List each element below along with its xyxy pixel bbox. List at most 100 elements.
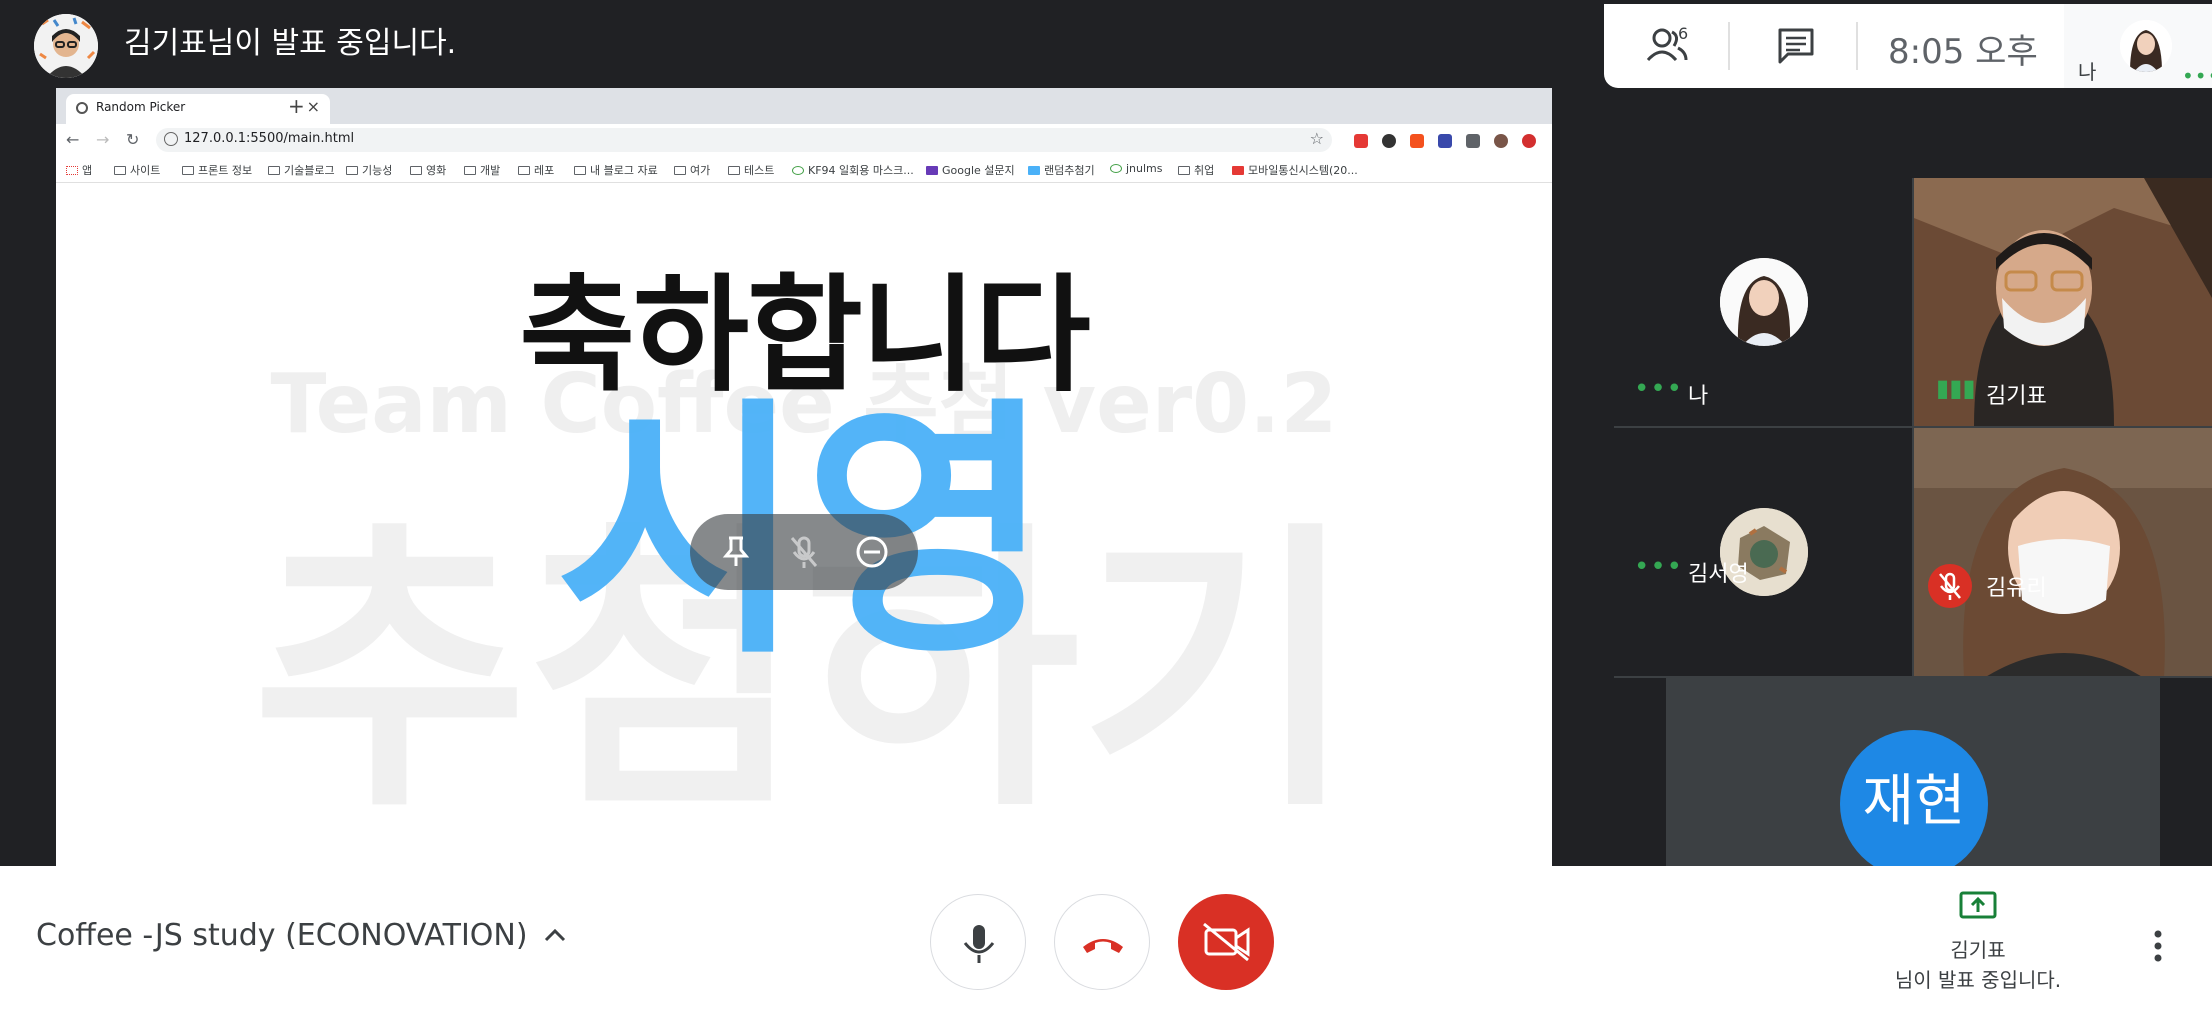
folder-icon [1178,166,1190,175]
mic-off-icon[interactable] [784,532,824,572]
people-count-badge: 6 [1678,24,1689,43]
tab-close-button[interactable]: × [307,97,320,116]
extension-icon[interactable] [1410,134,1424,148]
folder-icon [268,166,280,175]
folder-icon [114,166,126,175]
folder-icon [346,166,358,175]
participant-video-tile[interactable]: 김유리 [1914,428,2212,676]
bookmark-label: 레포 [534,164,555,177]
bookmark-label: Google 설문지 [942,164,1015,177]
forward-icon[interactable]: → [96,130,109,149]
participants-grid: ••• 나 ▮▮▮ 김기표 ••• 김서영 김유리 [1614,178,2212,678]
update-icon[interactable] [1522,134,1536,148]
clock: 8:05 오후 [1888,32,2038,72]
audio-dots-icon: ••• [1634,552,1684,582]
site-icon [1028,166,1040,175]
folder-icon [574,166,586,175]
chat-icon[interactable] [1774,26,1818,66]
hang-up-icon [1083,939,1123,953]
participant-name: 나 [1688,384,1709,409]
leave-call-button[interactable] [1054,894,1150,990]
bookmark-item[interactable]: 모바일통신시스템(20... [1232,162,1358,178]
info-icon[interactable] [164,132,178,146]
back-icon[interactable]: ← [66,130,79,149]
bookmark-label: 개발 [480,164,501,177]
bookmark-label: 모바일통신시스템(20... [1248,164,1358,177]
bookmark-item[interactable]: 영화 [410,162,446,178]
url-field[interactable]: 127.0.0.1:5500/main.html ☆ [156,128,1332,152]
globe-icon [76,102,88,114]
bookmark-item[interactable]: 레포 [518,162,554,178]
extension-icon[interactable] [1438,134,1452,148]
avatar-initials: 재현 [1840,730,1988,868]
github-icon[interactable] [1382,134,1396,148]
bookmark-label: 랜덤추첨기 [1044,164,1095,177]
browser-tab-bar: Random Picker × + [56,88,1552,124]
participant-video [1914,428,2212,676]
divider [1856,22,1858,70]
participant-tile[interactable]: 재현 [1666,678,2160,868]
folder-icon [182,166,194,175]
self-avatar [2120,20,2172,72]
self-preview[interactable]: 나 ••• [2064,4,2212,88]
divider [1728,22,1730,70]
bookmark-item[interactable]: 개발 [464,162,500,178]
speaking-indicator-icon: ▮▮▮ [1936,374,1976,402]
pin-icon[interactable] [716,532,756,572]
bookmark-item[interactable]: 내 블로그 자료 [574,162,658,178]
bookmark-item[interactable]: Google 설문지 [926,162,1015,178]
bookmark-label: 여가 [690,164,711,177]
bookmark-item[interactable]: KF94 일회용 마스크... [792,162,914,178]
bookmark-item[interactable]: jnulms [1110,162,1163,175]
bookmark-label: 테스트 [744,164,775,177]
site-icon [1110,164,1122,173]
avatar [1720,258,1808,346]
bookmark-item[interactable]: 프론트 정보 [182,162,252,178]
participant-name: 김서영 [1688,562,1749,587]
participant-tile[interactable]: ••• 김서영 [1614,428,1912,676]
chevron-up-icon[interactable] [540,920,570,950]
meeting-title[interactable]: Coffee -JS study (ECONOVATION) [36,918,528,953]
bookmark-label: 취업 [1194,164,1215,177]
shared-screen: Random Picker × + ← → ↻ 127.0.0.1:5500/m… [56,88,1552,866]
more-options-icon[interactable] [2148,926,2168,966]
bookmark-item[interactable]: 테스트 [728,162,774,178]
youtube-icon [1232,166,1244,175]
bookmark-label: 앱 [82,164,93,177]
congrats-heading: 축하합니다 [519,262,1091,409]
bookmark-item[interactable]: 랜덤추첨기 [1028,162,1095,178]
audio-dots-icon: ••• [2182,64,2212,88]
bookmarks-bar: 앱 사이트 프론트 정보 기술블로그 기능성 영화 개발 레포 내 블로그 자료… [56,156,1552,183]
bookmark-item[interactable]: 기술블로그 [268,162,335,178]
participant-video-tile[interactable]: ▮▮▮ 김기표 [1914,178,2212,426]
bookmark-item[interactable]: 앱 [66,162,92,178]
bookmark-label: 프론트 정보 [198,164,253,177]
star-icon[interactable]: ☆ [1310,129,1324,148]
reload-icon[interactable]: ↻ [126,130,139,149]
camera-toggle-button[interactable] [1178,894,1274,990]
microphone-button[interactable] [930,894,1026,990]
present-screen-icon[interactable] [1958,890,1998,924]
bookmark-item[interactable]: 여가 [674,162,710,178]
bookmark-item[interactable]: 취업 [1178,162,1214,178]
extension-icon[interactable] [1354,134,1368,148]
puzzle-icon[interactable] [1466,134,1480,148]
mic-off-icon [1928,564,1972,608]
presenter-avatar [34,14,98,78]
profile-icon[interactable] [1494,134,1508,148]
folder-icon [518,166,530,175]
participant-tile[interactable]: ••• 나 [1614,178,1912,426]
bookmark-item[interactable]: 사이트 [114,162,160,178]
bookmark-label: 사이트 [130,164,161,177]
presenting-status: 님이 발표 중입니다. [1894,968,2062,992]
bookmark-label: 영화 [426,164,447,177]
presentation-hover-controls [690,514,918,590]
bookmark-item[interactable]: 기능성 [346,162,392,178]
new-tab-button[interactable]: + [288,94,305,118]
bookmark-label: KF94 일회용 마스크... [808,164,914,177]
folder-icon [674,166,686,175]
camera-off-icon [1203,922,1250,962]
presenting-name: 김기표 [1950,938,2006,962]
remove-icon[interactable] [852,532,892,572]
presenter-banner: 김기표님이 발표 중입니다. [124,26,457,61]
